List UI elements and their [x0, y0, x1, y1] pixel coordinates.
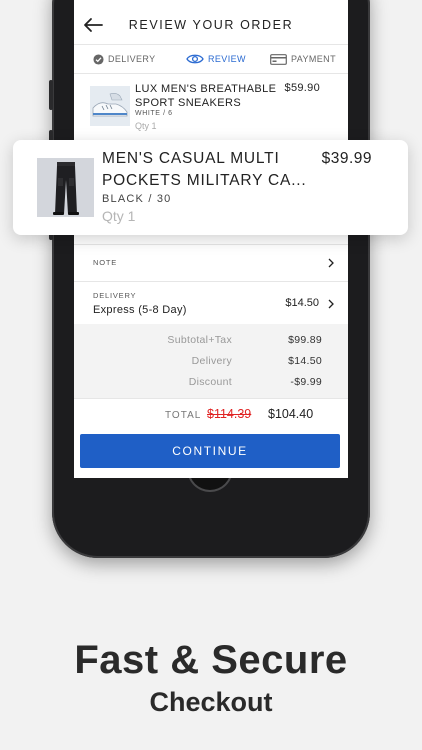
- order-summary: Subtotal+Tax $99.89 Delivery $14.50 Disc…: [74, 324, 348, 399]
- item-variant: WHITE / 6: [135, 110, 173, 117]
- eye-icon: [186, 54, 204, 64]
- checkout-steps: DELIVERY REVIEW PAYMENT: [74, 44, 348, 74]
- credit-card-icon: [270, 53, 287, 65]
- item-price: $39.99: [321, 150, 372, 167]
- item-qty: Qty 1: [102, 208, 136, 224]
- app-screen: REVIEW YOUR ORDER DELIVERY REVIEW PAYMEN…: [74, 0, 348, 478]
- item-name: MEN'S CASUAL MULTI POCKETS MILITARY CA..…: [102, 150, 307, 189]
- item-variant: BLACK / 30: [102, 193, 172, 205]
- chevron-right-icon: [328, 258, 334, 268]
- total-original-price: $114.39: [207, 407, 252, 421]
- note-row[interactable]: NOTE: [74, 244, 348, 282]
- promo-headline: Fast & Secure: [74, 638, 348, 682]
- delivery-method: Express (5-8 Day): [93, 304, 187, 316]
- summary-value: -$9.99: [290, 376, 322, 388]
- note-label: NOTE: [93, 258, 118, 267]
- step-review-label: REVIEW: [208, 54, 246, 64]
- step-payment[interactable]: PAYMENT: [270, 45, 336, 73]
- item-qty: Qty 1: [135, 121, 157, 131]
- featured-item-card[interactable]: MEN'S CASUAL MULTI POCKETS MILITARY CA..…: [13, 140, 408, 235]
- step-review[interactable]: REVIEW: [186, 45, 246, 73]
- delivery-amount: $14.50: [285, 297, 319, 309]
- header: REVIEW YOUR ORDER: [74, 0, 348, 48]
- total-label: TOTAL: [165, 410, 202, 421]
- summary-value: $14.50: [288, 355, 322, 367]
- continue-button[interactable]: CONTINUE: [80, 434, 340, 468]
- item-name: LUX MEN'S BREATHABLE SPORT SNEAKERS: [135, 83, 277, 109]
- mute-switch: [49, 80, 53, 110]
- summary-label: Discount: [188, 376, 232, 388]
- step-payment-label: PAYMENT: [291, 54, 336, 64]
- page-title: REVIEW YOUR ORDER: [128, 18, 294, 32]
- step-delivery-label: DELIVERY: [108, 54, 156, 64]
- check-circle-icon: [93, 53, 104, 65]
- item-price: $59.90: [284, 82, 320, 94]
- chevron-right-icon: [328, 299, 334, 309]
- promo-subheadline: Checkout: [149, 687, 273, 717]
- step-delivery[interactable]: DELIVERY: [93, 45, 156, 73]
- summary-label: Subtotal+Tax: [167, 334, 232, 346]
- summary-row: Delivery $14.50: [74, 355, 348, 369]
- total-final-price: $104.40: [268, 407, 314, 421]
- delivery-row[interactable]: DELIVERY Express (5-8 Day) $14.50: [74, 280, 348, 325]
- cart-item[interactable]: LUX MEN'S BREATHABLE SPORT SNEAKERS $59.…: [74, 72, 348, 140]
- summary-value: $99.89: [288, 334, 322, 346]
- order-total: TOTAL $114.39 $104.40: [74, 399, 348, 429]
- sneaker-thumbnail: [90, 86, 130, 126]
- pants-thumbnail: [37, 158, 94, 217]
- summary-row: Discount -$9.99: [74, 376, 348, 390]
- summary-row: Subtotal+Tax $99.89: [74, 334, 348, 348]
- delivery-label: DELIVERY: [93, 291, 137, 300]
- summary-label: Delivery: [191, 355, 232, 367]
